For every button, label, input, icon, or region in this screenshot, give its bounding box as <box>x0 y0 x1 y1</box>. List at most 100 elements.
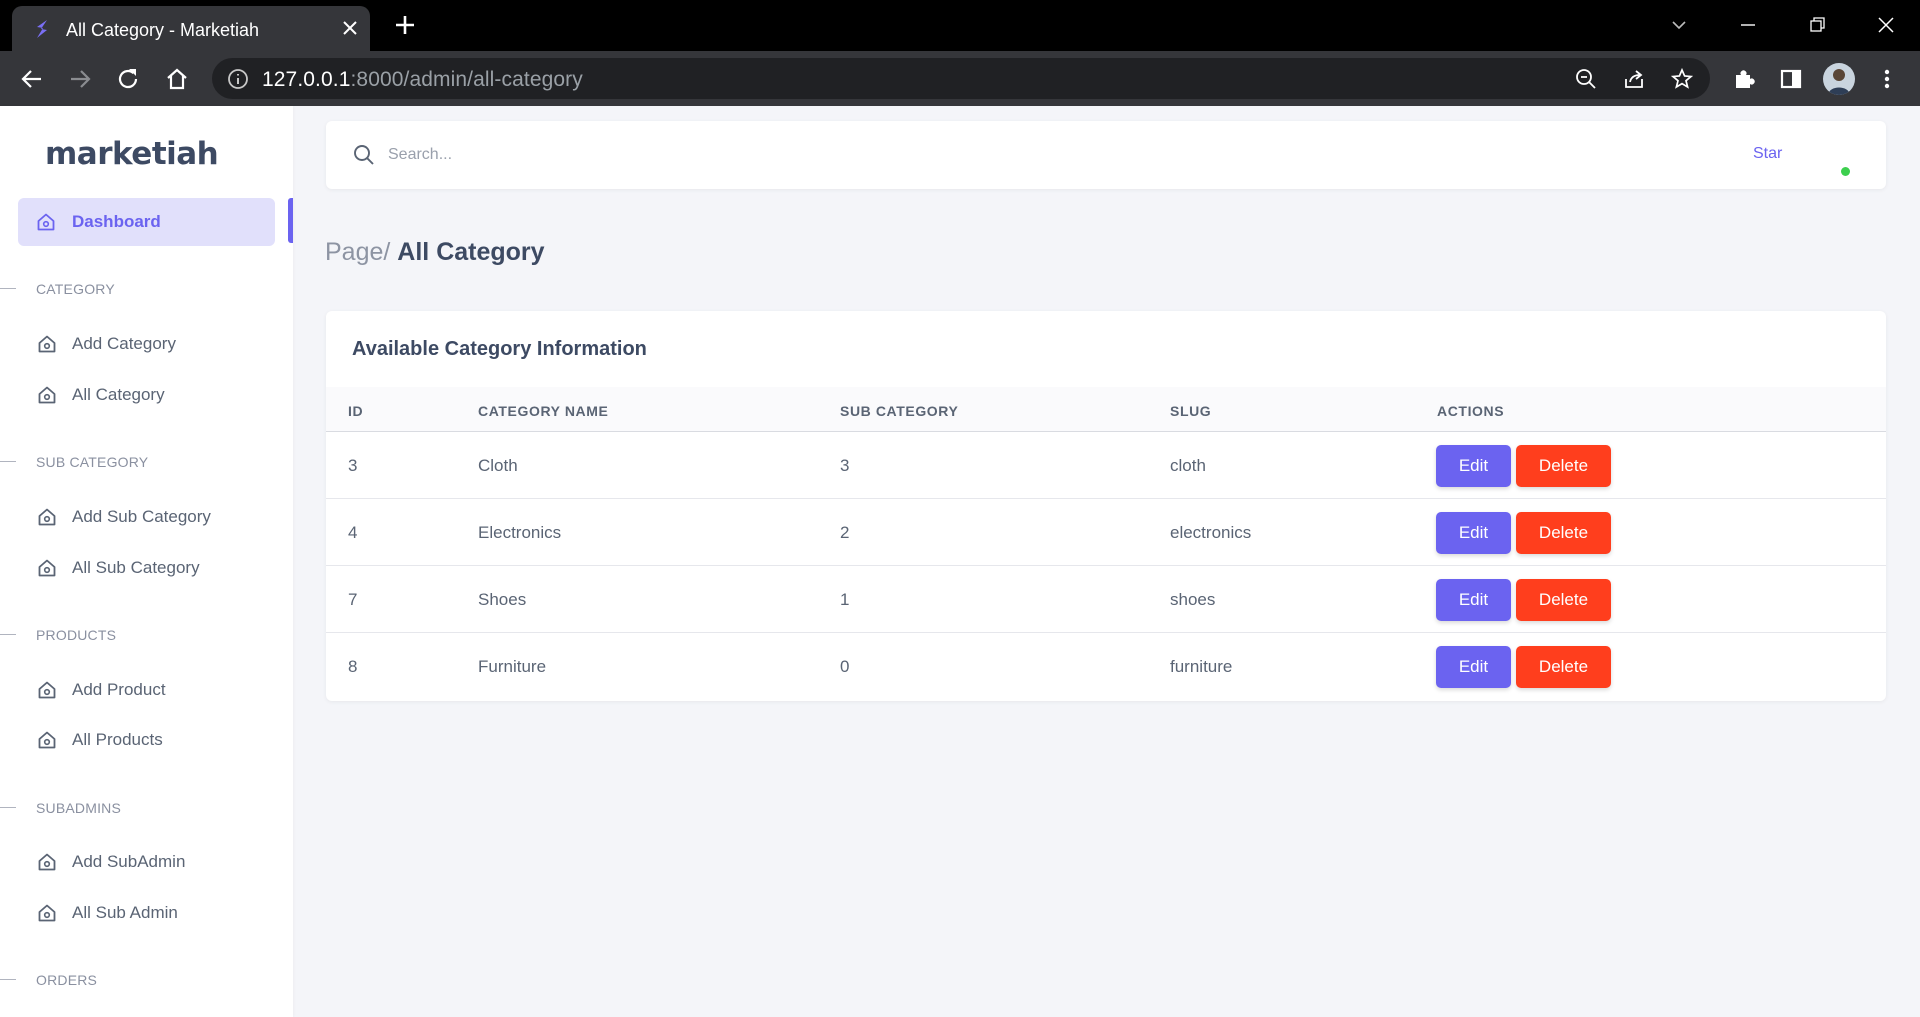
edit-button[interactable]: Edit <box>1436 512 1511 554</box>
new-tab-icon[interactable] <box>392 12 418 38</box>
cell-id: 4 <box>348 523 358 542</box>
section-products: PRODUCTS <box>0 625 290 645</box>
site-favicon-icon <box>37 20 47 38</box>
sidebar-item-all-category[interactable]: All Category <box>0 375 290 415</box>
home-icon <box>38 559 56 577</box>
home-icon <box>38 508 56 526</box>
home-icon <box>38 853 56 871</box>
side-panel-icon[interactable] <box>1777 65 1805 93</box>
address-bar[interactable]: 127.0.0.1:8000/admin/all-category <box>212 58 1710 99</box>
cell-sub-category: 3 <box>840 456 850 475</box>
reload-icon[interactable] <box>114 65 142 93</box>
sidebar-item-all-sub-category[interactable]: All Sub Category <box>0 548 290 588</box>
section-subadmins: SUBADMINS <box>0 798 290 818</box>
category-table-card: Available Category Information ID CATEGO… <box>326 311 1886 701</box>
cell-category-name: Cloth <box>478 456 518 475</box>
column-header-actions: ACTIONS <box>1437 403 1505 419</box>
section-title: PRODUCTS <box>36 627 117 643</box>
cell-slug: electronics <box>1170 523 1252 542</box>
section-divider <box>0 288 16 289</box>
star-link[interactable]: Star <box>1753 145 1782 163</box>
section-sub-category: SUB CATEGORY <box>0 452 290 472</box>
online-status-dot <box>1841 167 1850 176</box>
delete-button[interactable]: Delete <box>1516 512 1611 554</box>
edit-button[interactable]: Edit <box>1436 445 1511 487</box>
sidebar-item-add-category[interactable]: Add Category <box>0 324 290 364</box>
profile-avatar[interactable] <box>1823 63 1855 95</box>
home-icon[interactable] <box>163 65 191 93</box>
tab-search-chevron-icon[interactable] <box>1664 10 1694 40</box>
edit-button[interactable]: Edit <box>1436 646 1511 688</box>
table-header: ID CATEGORY NAME SUB CATEGORY SLUG ACTIO… <box>326 387 1886 432</box>
app-logo[interactable]: marketiah <box>45 136 219 172</box>
cell-sub-category: 2 <box>840 523 850 542</box>
minimize-icon[interactable] <box>1733 10 1763 40</box>
extensions-puzzle-icon[interactable] <box>1730 65 1758 93</box>
cell-id: 3 <box>348 456 358 475</box>
sidebar-item-label: All Sub Category <box>72 558 200 577</box>
breadcrumb: Page/ All Category <box>325 238 545 267</box>
tab-title: All Category - Marketiah <box>66 20 260 40</box>
sidebar-item-all-sub-admin[interactable]: All Sub Admin <box>0 893 290 933</box>
sidebar-item-all-products[interactable]: All Products <box>0 720 290 760</box>
delete-button[interactable]: Delete <box>1516 646 1611 688</box>
site-info-icon[interactable] <box>226 67 250 91</box>
restore-icon[interactable] <box>1802 10 1832 40</box>
delete-button[interactable]: Delete <box>1516 579 1611 621</box>
forward-arrow-icon[interactable] <box>66 65 94 93</box>
zoom-icon[interactable] <box>1574 67 1598 91</box>
profile-person-icon <box>1828 69 1850 95</box>
column-header-id: ID <box>348 403 364 419</box>
cell-id: 8 <box>348 657 358 676</box>
bookmark-star-icon[interactable] <box>1670 67 1694 91</box>
table-row: 4 Electronics 2 electronics Edit Delete <box>326 499 1886 566</box>
sidebar-item-add-sub-category[interactable]: Add Sub Category <box>0 497 290 537</box>
delete-button[interactable]: Delete <box>1516 445 1611 487</box>
cell-slug: cloth <box>1170 456 1206 475</box>
sidebar-item-label: Add SubAdmin <box>72 852 186 871</box>
sidebar-item-add-product[interactable]: Add Product <box>0 670 290 710</box>
url-host: 127.0.0.1 <box>262 68 351 91</box>
home-icon <box>38 731 56 749</box>
column-header-slug: SLUG <box>1170 403 1212 419</box>
home-icon <box>37 213 55 231</box>
sidebar-item-label: All Sub Admin <box>72 903 178 922</box>
section-divider <box>0 979 16 980</box>
table-row: 3 Cloth 3 cloth Edit Delete <box>326 432 1886 499</box>
card-title: Available Category Information <box>352 338 647 360</box>
cell-sub-category: 1 <box>840 590 850 609</box>
breadcrumb-page[interactable]: Page/ <box>325 238 390 266</box>
share-icon[interactable] <box>1622 67 1646 91</box>
sidebar-item-add-subadmin[interactable]: Add SubAdmin <box>0 842 290 882</box>
home-icon <box>38 335 56 353</box>
table-row: 7 Shoes 1 shoes Edit Delete <box>326 566 1886 633</box>
browser-menu-icon[interactable] <box>1873 65 1901 93</box>
cell-slug: shoes <box>1170 590 1216 609</box>
section-title: SUBADMINS <box>36 800 122 816</box>
cell-slug: furniture <box>1170 657 1233 676</box>
sidebar-item-label: Add Product <box>72 680 166 699</box>
close-tab-icon[interactable] <box>338 16 362 40</box>
active-indicator <box>288 198 293 243</box>
top-search-bar: Star <box>326 121 1886 189</box>
browser-tab[interactable]: All Category - Marketiah <box>12 6 370 51</box>
back-arrow-icon[interactable] <box>18 65 46 93</box>
close-window-icon[interactable] <box>1871 10 1901 40</box>
section-divider <box>0 461 16 462</box>
section-title: ORDERS <box>36 972 98 988</box>
search-input[interactable] <box>388 140 988 170</box>
section-divider <box>0 634 16 635</box>
cell-sub-category: 0 <box>840 657 850 676</box>
sidebar-item-dashboard[interactable]: Dashboard <box>18 198 275 246</box>
table-row: 8 Furniture 0 furniture Edit Delete <box>326 633 1886 700</box>
home-icon <box>38 904 56 922</box>
cell-category-name: Shoes <box>478 590 527 609</box>
section-title: SUB CATEGORY <box>36 454 149 470</box>
page-title: All Category <box>397 238 545 266</box>
search-icon <box>354 145 374 165</box>
home-icon <box>38 681 56 699</box>
edit-button[interactable]: Edit <box>1436 579 1511 621</box>
sidebar-item-label: All Products <box>72 730 163 749</box>
sidebar-item-label: Dashboard <box>72 212 161 231</box>
cell-category-name: Electronics <box>478 523 562 542</box>
